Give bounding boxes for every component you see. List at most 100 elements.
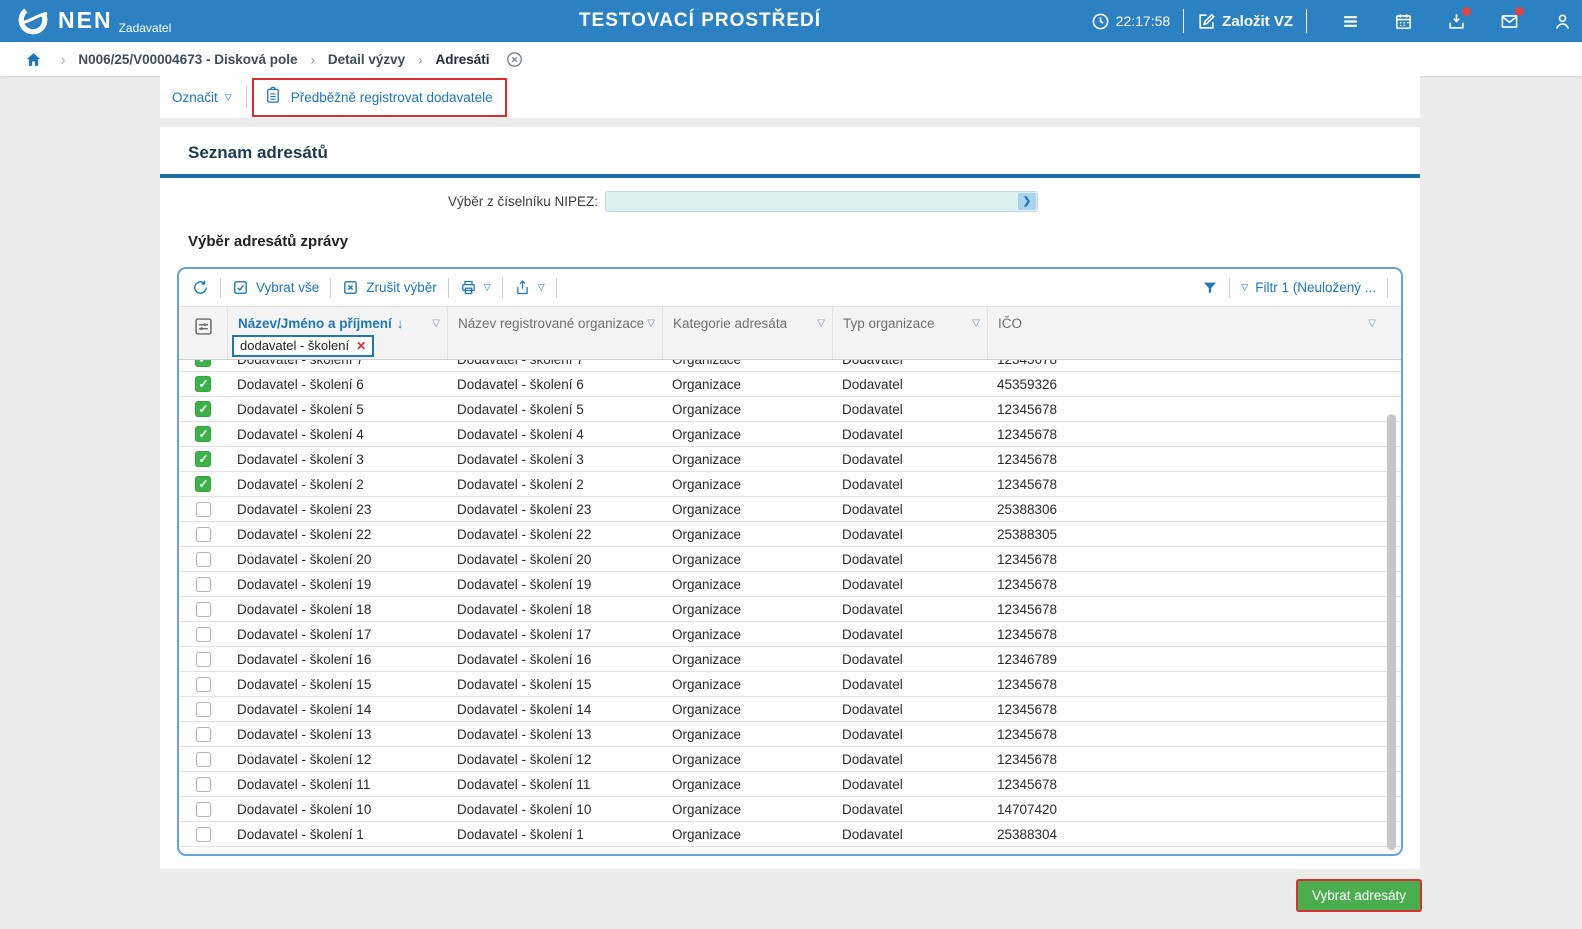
column-header-org-type[interactable]: Typ organizace ▽ [832,307,987,359]
refresh-button[interactable] [192,279,209,296]
row-checkbox[interactable] [195,576,211,592]
row-checkbox[interactable] [195,476,211,492]
column-header-category[interactable]: Kategorie adresáta ▽ [662,307,832,359]
row-checkbox[interactable] [195,526,211,542]
cell-org-type: Dodavatel [842,801,903,817]
filter-button[interactable] [1202,280,1218,296]
nipez-picker-input[interactable]: ❯ [605,191,1038,212]
column-filter-icon[interactable]: ▽ [817,318,825,329]
row-checkbox-cell [179,826,227,842]
vertical-scrollbar[interactable] [1387,414,1396,850]
cell-name: Dodavatel - školení 3 [237,451,364,467]
cell-ico: 12345678 [997,626,1058,642]
filter-select-dropdown[interactable]: ▽ Filtr 1 (Neuložený ... [1241,280,1376,295]
table-row[interactable]: Dodavatel - školení 4 Dodavatel - školen… [179,422,1401,447]
cell-category: Organizace [672,776,742,792]
breadcrumb-chevron-icon: › [310,50,315,68]
create-vz-button[interactable]: Založit VZ [1197,12,1293,31]
downloads-button[interactable] [1447,6,1471,31]
table-row[interactable]: Dodavatel - školení 20 Dodavatel - škole… [179,547,1401,572]
cell-org-type: Dodavatel [842,776,903,792]
row-checkbox[interactable] [195,451,211,467]
breadcrumb-item-tender[interactable]: N006/25/V00004673 - Disková pole [78,52,297,67]
row-checkbox[interactable] [195,776,211,792]
remove-filter-icon[interactable]: ✕ [356,340,366,352]
column-header-ico[interactable]: IČO ▽ [987,307,1383,359]
cell-org-type: Dodavatel [842,551,903,567]
table-row[interactable]: Dodavatel - školení 22 Dodavatel - škole… [179,522,1401,547]
print-button[interactable]: ▽ [460,279,491,296]
cell-registered-org: Dodavatel - školení 20 [457,551,592,567]
preregister-suppliers-button[interactable]: Předběžně registrovat dodavatele [291,90,493,105]
row-checkbox[interactable] [195,826,211,842]
row-checkbox[interactable] [195,676,211,692]
row-checkbox[interactable] [195,626,211,642]
table-row[interactable]: Dodavatel - školení 2 Dodavatel - školen… [179,472,1401,497]
column-header-name[interactable]: Název/Jméno a příjmení ↓ ▽ dodavatel - šk… [227,307,447,359]
table-row[interactable]: Dodavatel - školení 17 Dodavatel - škole… [179,622,1401,647]
mark-dropdown-button[interactable]: Označit ▽ [172,90,232,105]
cell-ico: 12345678 [997,776,1058,792]
table-row[interactable]: Dodavatel - školení 12 Dodavatel - škole… [179,747,1401,772]
page-title: Seznam adresátů [188,143,328,162]
table-row[interactable]: Dodavatel - školení 11 Dodavatel - škole… [179,772,1401,797]
table-row[interactable]: Dodavatel - školení 14 Dodavatel - škole… [179,697,1401,722]
cell-ico: 12345678 [997,451,1058,467]
home-icon[interactable] [25,51,42,68]
downloads-notification-badge [1462,6,1471,16]
table-row[interactable]: Dodavatel - školení 6 Dodavatel - školen… [179,372,1401,397]
row-checkbox[interactable] [195,360,211,367]
breadcrumb-item-detail[interactable]: Detail výzvy [328,52,405,67]
column-filter-icon[interactable]: ▽ [1368,318,1376,329]
chevron-down-icon: ▽ [224,91,232,102]
column-filter-icon[interactable]: ▽ [432,318,440,329]
breadcrumb-item-current[interactable]: Adresáti [435,52,489,67]
close-tab-icon[interactable] [505,50,524,69]
row-checkbox[interactable] [195,426,211,442]
select-all-button[interactable]: Vybrat vše [232,279,319,296]
column-header-registered-org[interactable]: Název registrované organizace ▽ [447,307,662,359]
nipez-open-chevron-icon[interactable]: ❯ [1018,193,1036,210]
chevron-down-icon: ▽ [483,282,491,292]
table-row[interactable]: Dodavatel - školení 3 Dodavatel - školen… [179,447,1401,472]
row-checkbox[interactable] [195,801,211,817]
row-checkbox[interactable] [195,551,211,567]
cell-org-type: Dodavatel [842,501,903,517]
edit-icon [1197,12,1216,31]
table-row[interactable]: Dodavatel - školení 16 Dodavatel - škole… [179,647,1401,672]
row-checkbox[interactable] [195,651,211,667]
table-row[interactable]: Dodavatel - školení 1 Dodavatel - školen… [179,822,1401,847]
cell-ico: 12345678 [997,576,1058,592]
table-row[interactable]: Dodavatel - školení 15 Dodavatel - škole… [179,672,1401,697]
row-checkbox[interactable] [195,726,211,742]
export-button[interactable]: ▽ [514,279,545,296]
column-filter-icon[interactable]: ▽ [647,318,655,329]
row-checkbox[interactable] [195,376,211,392]
row-checkbox[interactable] [195,401,211,417]
table-row[interactable]: Dodavatel - školení 23 Dodavatel - škole… [179,497,1401,522]
export-icon [514,279,531,296]
brand[interactable]: NEN Zadavatel [16,3,171,42]
calendar-button[interactable] [1394,12,1413,31]
row-checkbox[interactable] [195,751,211,767]
breadcrumb: › N006/25/V00004673 - Disková pole › Det… [0,42,1582,76]
row-checkbox[interactable] [195,601,211,617]
row-checkbox-cell [179,626,227,642]
table-row[interactable]: Dodavatel - školení 18 Dodavatel - škole… [179,597,1401,622]
table-row[interactable]: Dodavatel - školení 7 Dodavatel - školen… [179,360,1401,372]
table-row[interactable]: Dodavatel - školení 19 Dodavatel - škole… [179,572,1401,597]
main-panel: Seznam adresátů Výběr z číselníku NIPEZ:… [160,127,1420,869]
menu-button[interactable] [1341,12,1360,31]
messages-button[interactable] [1500,6,1524,31]
table-row[interactable]: Dodavatel - školení 5 Dodavatel - školen… [179,397,1401,422]
row-checkbox[interactable] [195,501,211,517]
cell-org-type: Dodavatel [842,626,903,642]
user-profile-button[interactable] [1553,12,1572,31]
row-checkbox[interactable] [195,701,211,717]
column-settings-button[interactable] [179,307,227,359]
table-row[interactable]: Dodavatel - školení 10 Dodavatel - škole… [179,797,1401,822]
table-row[interactable]: Dodavatel - školení 13 Dodavatel - škole… [179,722,1401,747]
column-filter-icon[interactable]: ▽ [972,318,980,329]
select-addressees-button[interactable]: Vybrat adresáty [1296,879,1422,912]
clear-selection-button[interactable]: Zrušit výběr [342,279,437,296]
